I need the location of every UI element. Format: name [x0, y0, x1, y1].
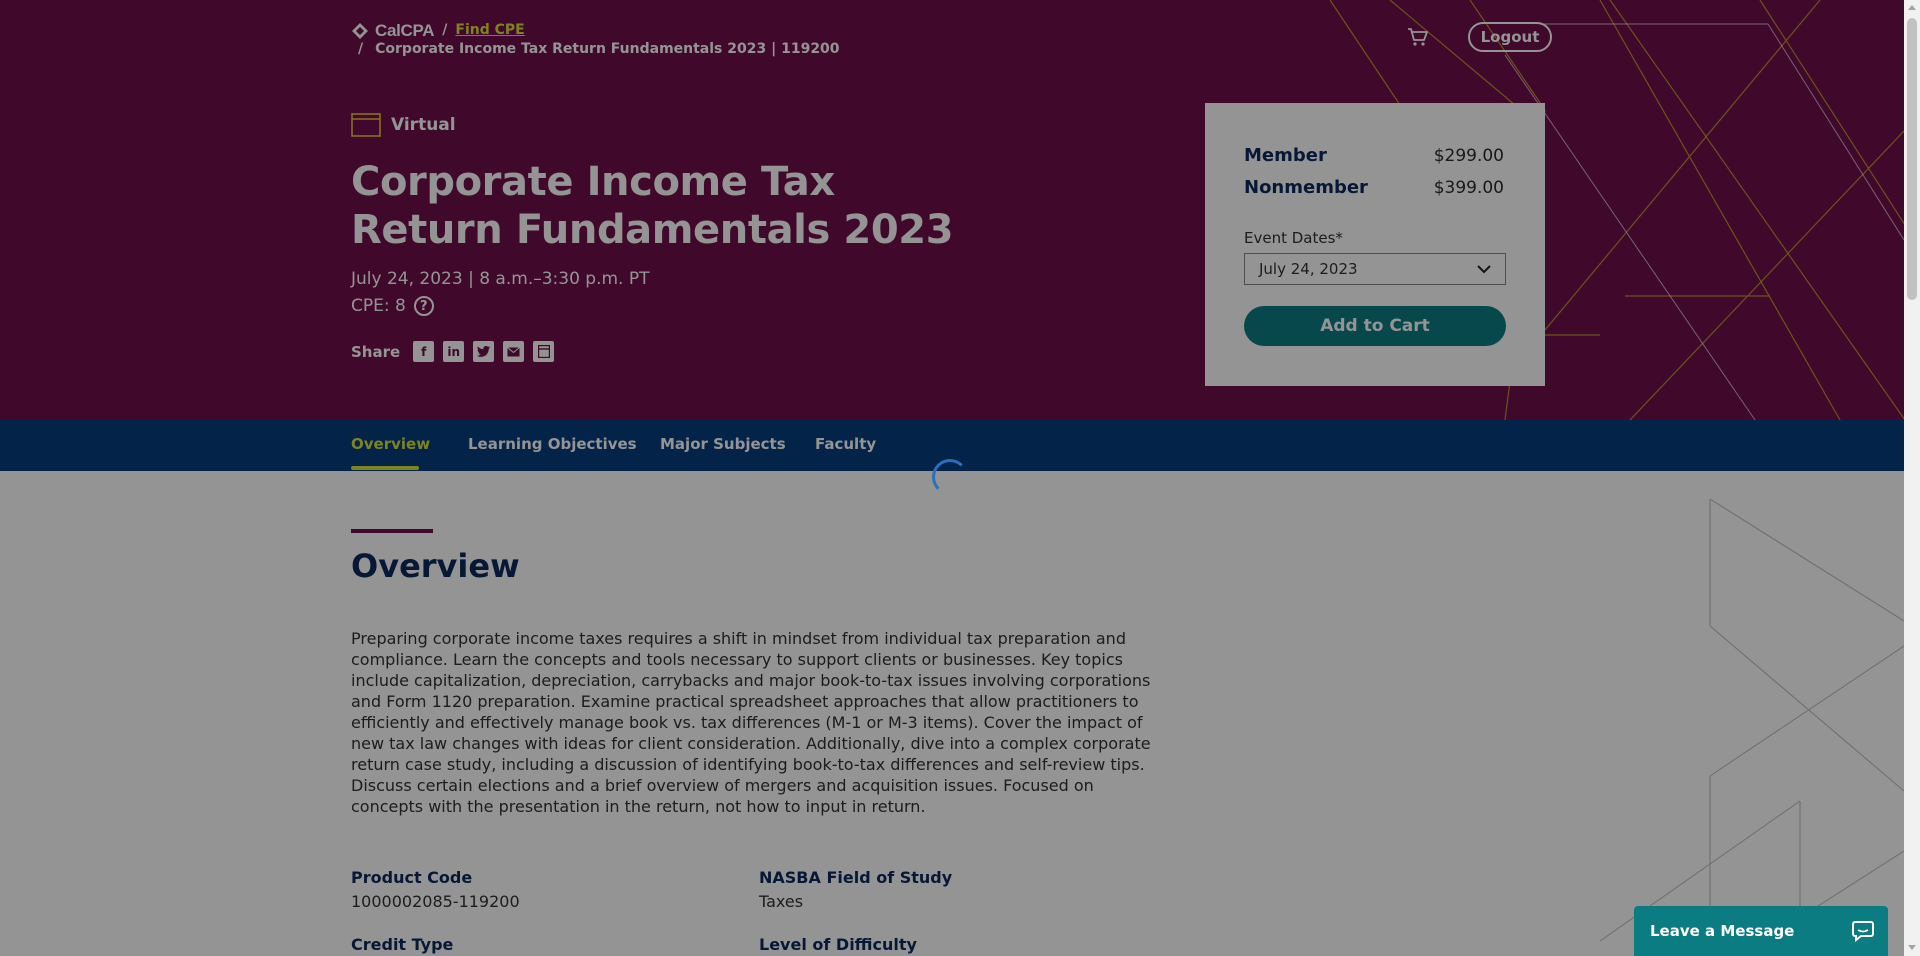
loading-spinner [932, 459, 968, 495]
scroll-down-arrow[interactable] [1908, 945, 1916, 950]
chat-bubble-icon [1852, 921, 1874, 942]
scroll-thumb[interactable] [1907, 18, 1917, 300]
chat-label: Leave a Message [1650, 922, 1795, 940]
scroll-up-arrow[interactable] [1908, 5, 1916, 10]
page-scrollbar[interactable] [1904, 0, 1920, 956]
chat-widget-button[interactable]: Leave a Message [1634, 906, 1888, 956]
